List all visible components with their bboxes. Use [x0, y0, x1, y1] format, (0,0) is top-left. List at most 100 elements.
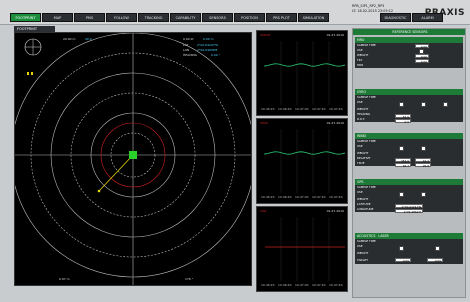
graph-time-label: 10:47:40 — [329, 283, 343, 287]
wind-use-2[interactable] — [421, 146, 426, 151]
lon-value: 2°00.04938'E — [197, 48, 218, 52]
graph-trace — [264, 63, 346, 67]
wind-use: USE — [357, 144, 363, 148]
gps-use: USE — [357, 190, 363, 194]
graph-time-label: 10:47:20 — [312, 283, 326, 287]
gyro-use-3[interactable] — [443, 102, 448, 107]
mru-tilt-1: 0.00 — [415, 59, 429, 64]
gps-longitude: LONGITUDE — [357, 207, 374, 211]
tab-capability[interactable]: CAPABILITY — [170, 13, 201, 22]
mru-weight-1: 0.00 — [415, 54, 429, 59]
footprint-radar[interactable]: 20.00 m 40.0 0.00 kt 0.00 m LAT 2°00.042… — [10, 32, 256, 286]
gyro-heading-value: 54.5 — [395, 114, 411, 119]
lon-label: LON — [183, 48, 190, 52]
radar-svg — [10, 32, 256, 285]
gyro-use: USE — [357, 100, 363, 104]
acoustics-use-1[interactable] — [399, 246, 404, 251]
wind-true: TRUE — [357, 161, 365, 165]
graph-trace — [264, 151, 346, 155]
gps-latitude: LATITUDE — [357, 202, 371, 206]
tab-pms[interactable]: PMS — [74, 13, 105, 22]
tab-follow[interactable]: FOLLOW — [106, 13, 137, 22]
graph-time-label: 10:47:00 — [295, 107, 309, 111]
tab-position[interactable]: POSITION — [234, 13, 265, 22]
graph-plot — [264, 129, 346, 193]
tab-alarm[interactable]: ALARM — [412, 13, 443, 22]
acoustics-use: USE — [357, 244, 363, 248]
wind-sample-time: SAMPLE TIME — [357, 139, 376, 143]
tab-footprint[interactable]: FOOTPRINT — [10, 13, 41, 22]
lat-label: LAT — [183, 43, 189, 47]
acoustics-section: ACOUSTICS LASER SAMPLE TIME USE WEIGHT T… — [355, 233, 463, 264]
mru-section: MRU SAMPLE TIME USE WEIGHT TILT HDR 0.00… — [355, 37, 463, 68]
wind-relative: RELATIVE — [357, 156, 371, 160]
gyro-use-1[interactable] — [399, 102, 404, 107]
gps-lon-value: 4°29.4862'E — [395, 209, 423, 214]
reference-title: REFERENCE SENSORS — [353, 29, 465, 35]
gps-section: GPS SAMPLE TIME USE WEIGHT LATITUDE LONG… — [355, 179, 463, 214]
acoustics-weight: WEIGHT — [357, 251, 369, 255]
wind-true-a: 46.7 — [395, 163, 411, 168]
graph-time-label: 10:47:40 — [329, 195, 343, 199]
gps-use-2[interactable] — [421, 192, 426, 197]
header-line1: RPB_SIP1_RP2_RP3 — [352, 4, 385, 8]
mru-sample-1: 0.00 — [415, 44, 429, 49]
gyro-section: GYRO SAMPLE TIME USE WEIGHT HEADING R.O.… — [355, 89, 463, 124]
graph-time-label: 10:46:20 — [261, 107, 275, 111]
gyro-rot: R.O.T. — [357, 117, 365, 121]
gps-sample-time: SAMPLE TIME — [357, 185, 376, 189]
tab-prs-plot[interactable]: PRS PLOT — [266, 13, 297, 22]
gps-use-1[interactable] — [399, 192, 404, 197]
wind-rel-a: 354.6 — [395, 158, 411, 163]
wind-section: WIND SAMPLE TIME USE WEIGHT RELATIVE TRU… — [355, 133, 463, 168]
graph-time-label: 10:46:20 — [261, 195, 275, 199]
graph-sway[interactable]: SWAY 02-27-2016 10:46:20 10:46:40 10:47:00 10… — [256, 118, 348, 204]
graph-time-label: 10:47:00 — [295, 283, 309, 287]
reference-sensors-panel: REFERENCE SENSORS MRU SAMPLE TIME USE WE… — [352, 28, 466, 298]
gps-lat-value: 2°00.04247'N — [395, 204, 423, 209]
graph-surge[interactable]: SURGE 02-27-2016 10:46:20 10:46:40 10:47:00 1… — [256, 30, 348, 116]
gps-weight: WEIGHT — [357, 197, 369, 201]
graph-plot — [264, 41, 346, 105]
wind-true-b: 26.8 — [415, 163, 431, 168]
radar-bottom-left: 0.97 m — [59, 277, 70, 281]
wind-weight: WEIGHT — [357, 151, 369, 155]
graph-time-label: 10:47:20 — [312, 107, 326, 111]
graph-time-label: 10:47:40 — [329, 107, 343, 111]
tab-sensors[interactable]: SENSORS — [202, 13, 233, 22]
tab-diagnostic[interactable]: DIAGNOSTIC — [380, 13, 411, 22]
tab-simulation[interactable]: SIMULATION — [298, 13, 329, 22]
radar-top-left-a: 20.00 m — [63, 37, 76, 41]
graph-time-label: 10:46:20 — [261, 283, 275, 287]
graph-plot — [265, 217, 345, 281]
graph-time-label: 10:46:40 — [278, 283, 292, 287]
graph-time-label: 10:47:20 — [312, 195, 326, 199]
acoustics-target: TARGET — [357, 258, 368, 262]
gyro-rot-value: 0.0 — [395, 119, 411, 124]
graph-time-label: 10:47:00 — [295, 195, 309, 199]
heading-label: HEADING — [183, 53, 197, 57]
tab-map[interactable]: MAP — [42, 13, 73, 22]
radar-top-right-b: 0.00 m — [203, 37, 214, 41]
gyro-heading: HEADING — [357, 112, 371, 116]
lat-value: 2°00.04247'N — [197, 43, 218, 47]
gyro-sample-time: SAMPLE TIME — [357, 95, 376, 99]
mru-use-checkbox[interactable] — [419, 49, 424, 54]
graph-yaw[interactable]: YAW 02-27-2016 10:46:20 10:46:40 10:47:00 10:… — [256, 206, 348, 292]
gyro-weight: WEIGHT — [357, 107, 369, 111]
wind-rel-b: 19.2 — [415, 158, 431, 163]
graph-time-label: 10:46:40 — [278, 107, 292, 111]
graph-time-label: 10:46:40 — [278, 195, 292, 199]
radar-top-left-b: 40.0 — [85, 37, 92, 41]
acoustics-use-2[interactable] — [435, 246, 440, 251]
acoustics-target-2: 0.00 — [427, 258, 443, 263]
radar-top-right-a: 0.00 kt — [183, 37, 194, 41]
tab-tracking[interactable]: TRACKING — [138, 13, 169, 22]
mru-hdr: HDR — [355, 63, 463, 68]
heading-value: 0.00 ° — [211, 53, 221, 57]
wind-use-1[interactable] — [399, 146, 404, 151]
gyro-use-2[interactable] — [421, 102, 426, 107]
acoustics-target-1: 0.00 — [395, 258, 411, 263]
acoustics-sample-time: SAMPLE TIME — [357, 239, 376, 243]
radar-bottom-right: 176 ° — [185, 277, 194, 281]
